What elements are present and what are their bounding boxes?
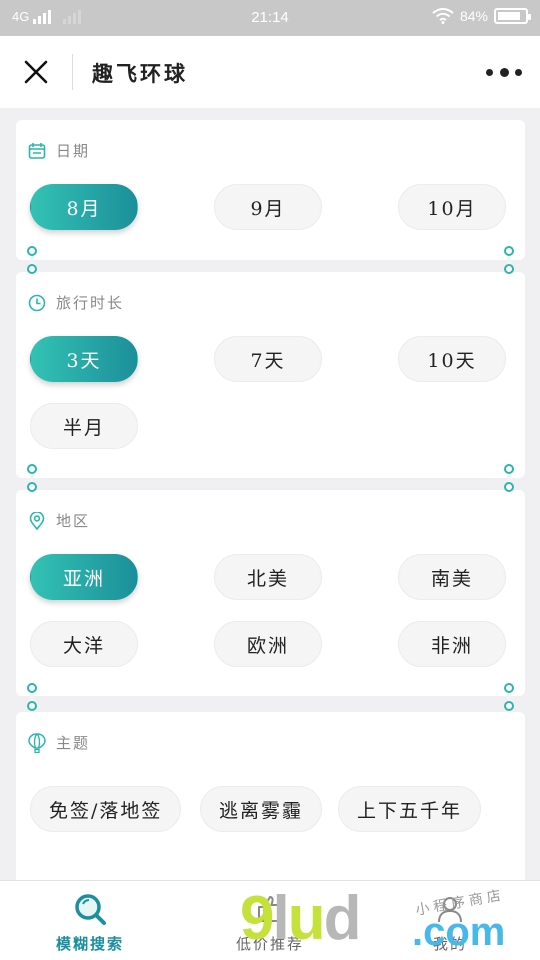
duration-section-title: 旅行时长 [56, 294, 125, 312]
duration-option-half-month[interactable]: 半月 [30, 403, 138, 449]
hot-air-balloon-icon [28, 732, 46, 753]
thumbs-up-icon [258, 896, 284, 922]
region-option-south-america[interactable]: 南美 [398, 554, 506, 600]
theme-section-title: 主题 [56, 734, 91, 752]
search-icon [75, 894, 106, 925]
app-header: 趣飞环球 [0, 36, 540, 108]
duration-option-3-days[interactable]: 3天 [30, 336, 138, 382]
more-dots-icon [486, 68, 493, 76]
region-section-title: 地区 [56, 512, 91, 530]
date-section-title: 日期 [56, 142, 91, 160]
location-pin-icon [29, 511, 45, 530]
more-options-button[interactable] [486, 62, 522, 82]
clock-icon [28, 294, 46, 311]
calendar-icon [28, 142, 46, 159]
region-option-oceania[interactable]: 大洋 [30, 621, 138, 667]
close-icon [24, 60, 48, 84]
region-option-europe[interactable]: 欧洲 [214, 621, 322, 667]
tab-low-price-picks[interactable]: 低价推荐 [180, 881, 360, 960]
region-option-north-america[interactable]: 北美 [214, 554, 322, 600]
binder-ring [504, 683, 514, 711]
theme-option-visa-free[interactable]: 免签/落地签 [30, 786, 182, 832]
binder-ring [27, 246, 37, 274]
binder-ring [27, 464, 37, 492]
header-divider [72, 54, 73, 90]
duration-section: 旅行时长 3天 7天 10天 半月 [16, 272, 525, 478]
close-button[interactable] [16, 52, 56, 92]
date-option-aug[interactable]: 8月 [30, 184, 138, 230]
binder-ring [504, 246, 514, 274]
tab-mine[interactable]: 我的 [360, 881, 540, 960]
tab-low-price-picks-label: 低价推荐 [235, 935, 304, 953]
battery-percent: 84% [459, 8, 488, 24]
theme-option-five-thousand-years[interactable]: 上下五千年 [338, 786, 482, 832]
duration-option-10-days[interactable]: 10天 [398, 336, 506, 382]
duration-option-7-days[interactable]: 7天 [214, 336, 322, 382]
date-option-oct[interactable]: 10月 [398, 184, 506, 230]
battery-icon [494, 8, 531, 24]
tab-mine-label: 我的 [432, 935, 467, 953]
tab-fuzzy-search[interactable]: 模糊搜索 [0, 881, 180, 960]
region-option-asia[interactable]: 亚洲 [30, 554, 138, 600]
date-option-sep[interactable]: 9月 [214, 184, 322, 230]
binder-ring [504, 464, 514, 492]
bottom-tab-bar: 模糊搜索 低价推荐 我的 [0, 880, 540, 960]
wifi-icon [432, 8, 454, 24]
region-option-africa[interactable]: 非洲 [398, 621, 506, 667]
date-section: 日期 8月 9月 10月 [16, 120, 525, 260]
theme-option-escape-smog[interactable]: 逃离雾霾 [200, 786, 323, 832]
user-icon [438, 897, 462, 923]
binder-ring [27, 683, 37, 711]
status-bar: 4G 21:14 84% [0, 0, 540, 36]
region-section: 地区 亚洲 北美 南美 大洋 欧洲 非洲 [16, 490, 525, 696]
tab-fuzzy-search-label: 模糊搜索 [55, 935, 124, 953]
page-title: 趣飞环球 [92, 61, 188, 86]
